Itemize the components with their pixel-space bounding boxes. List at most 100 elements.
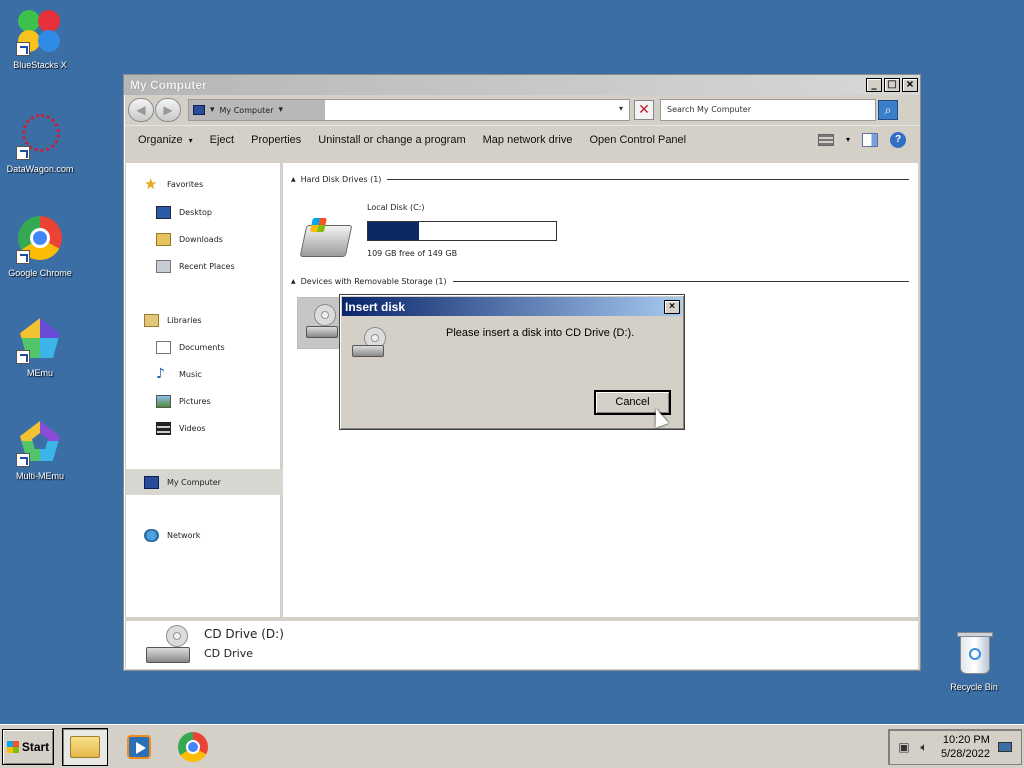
breadcrumb[interactable]: ▾ My Computer ▾: [189, 100, 325, 120]
open-control-panel-button[interactable]: Open Control Panel: [590, 134, 687, 146]
clock-date: 5/28/2022: [941, 747, 990, 760]
multi-memu-icon: [16, 419, 64, 467]
breadcrumb-computer[interactable]: My Computer: [220, 106, 274, 115]
uninstall-button[interactable]: Uninstall or change a program: [318, 134, 465, 146]
nav-favorites[interactable]: ★ Favorites: [144, 175, 282, 193]
computer-icon: [193, 105, 205, 115]
desktop-icon-label: MEmu: [26, 368, 53, 378]
local-disk-capacity-bar: [367, 221, 557, 241]
desktop-icon-multi-memu[interactable]: Multi-MEmu: [0, 419, 80, 481]
shortcut-arrow-icon: [16, 350, 30, 364]
taskbar: Start ▣ 🔈︎ 10:20 PM 5/28/2022: [0, 724, 1024, 768]
taskbar-chrome-button[interactable]: [170, 728, 216, 766]
nav-desktop[interactable]: Desktop: [156, 203, 282, 221]
capacity-bar-fill: [368, 222, 419, 240]
close-button[interactable]: ×: [902, 78, 918, 92]
back-button[interactable]: ◀: [128, 98, 154, 122]
chevron-down-icon: ▾: [188, 135, 193, 145]
forward-button[interactable]: ▶: [155, 98, 181, 122]
organize-button[interactable]: Organize ▾: [138, 134, 193, 146]
address-dropdown-icon[interactable]: ▾: [619, 104, 623, 113]
eject-button[interactable]: Eject: [210, 134, 234, 146]
map-network-drive-button[interactable]: Map network drive: [483, 134, 573, 146]
group-header-removable[interactable]: ▲ Devices with Removable Storage (1): [291, 277, 909, 286]
nav-downloads[interactable]: Downloads: [156, 230, 282, 248]
desktop-icon-chrome[interactable]: Google Chrome: [0, 216, 80, 278]
dialog-close-button[interactable]: ×: [664, 299, 680, 314]
taskbar-media-player-button[interactable]: [116, 728, 162, 766]
clock-time: 10:20 PM: [942, 733, 990, 746]
clock[interactable]: 10:20 PM 5/28/2022: [941, 733, 990, 761]
nav-my-computer[interactable]: My Computer: [126, 469, 283, 495]
downloads-icon: [156, 232, 171, 246]
nav-label: Music: [179, 369, 202, 379]
show-desktop-icon[interactable]: [997, 741, 1012, 752]
nav-network[interactable]: Network: [144, 526, 282, 544]
taskbar-explorer-button[interactable]: [62, 727, 108, 766]
address-bar: ◀ ▶ ▾ My Computer ▾ ▾ ✕ Search My Comput…: [124, 95, 920, 125]
drive-tray-icon: [306, 326, 338, 338]
organize-label: Organize: [138, 133, 183, 146]
command-bar: Organize ▾ Eject Properties Uninstall or …: [124, 125, 920, 153]
local-disk-item[interactable]: Local Disk (C:) 109 GB free of 149 GB: [297, 199, 557, 263]
start-button[interactable]: Start: [2, 728, 54, 765]
collapse-caret-icon: ▲: [291, 278, 296, 285]
window-titlebar[interactable]: My Computer _ □ ×: [124, 75, 920, 95]
nav-libraries[interactable]: Libraries: [144, 311, 282, 329]
nav-recent-places[interactable]: Recent Places: [156, 257, 282, 275]
windows-logo-icon: [309, 218, 327, 232]
maximize-button[interactable]: □: [884, 78, 900, 92]
nav-music[interactable]: ♪ Music: [156, 365, 282, 383]
nav-label: Recent Places: [179, 261, 235, 271]
properties-button[interactable]: Properties: [251, 134, 301, 146]
nav-label: Downloads: [179, 234, 223, 244]
group-header-hard-disks[interactable]: ▲ Hard Disk Drives (1): [291, 175, 909, 184]
desktop-icon-label: DataWagon.com: [6, 164, 74, 174]
navigation-pane: ★ Favorites Desktop Downloads Recent Pla…: [126, 163, 283, 617]
help-icon[interactable]: ?: [890, 131, 906, 148]
address-field[interactable]: ▾ My Computer ▾ ▾: [188, 99, 630, 121]
nav-pictures[interactable]: Pictures: [156, 392, 282, 410]
star-icon: ★: [144, 174, 158, 193]
nav-videos[interactable]: Videos: [156, 419, 282, 437]
drive-tray-icon: [146, 647, 190, 663]
nav-label: Pictures: [179, 396, 211, 406]
datawagon-icon: [16, 112, 64, 160]
recycle-bin-icon: [950, 630, 998, 678]
minimize-button[interactable]: _: [866, 78, 882, 92]
group-divider: [387, 179, 909, 180]
dialog-title: Insert disk: [345, 299, 406, 314]
volume-icon[interactable]: 🔈︎: [917, 740, 931, 754]
nav-label: Documents: [179, 342, 225, 352]
chevron-down-icon[interactable]: ▾: [210, 105, 215, 115]
shortcut-arrow-icon: [16, 250, 30, 264]
desktop-icon-datawagon[interactable]: DataWagon.com: [0, 112, 80, 174]
search-input[interactable]: Search My Computer: [660, 99, 876, 121]
nav-documents[interactable]: Documents: [156, 338, 282, 356]
system-tray: ▣ 🔈︎ 10:20 PM 5/28/2022: [888, 728, 1022, 765]
details-item-type: CD Drive: [204, 647, 253, 660]
search-button[interactable]: ⌕: [878, 100, 898, 120]
group-divider: [452, 281, 909, 282]
desktop-icon-recycle-bin[interactable]: Recycle Bin: [934, 630, 1014, 692]
details-pane: CD Drive (D:) CD Drive: [126, 619, 918, 669]
insert-disk-dialog: Insert disk × Please insert a disk into …: [339, 294, 685, 430]
drive-tray-icon: [352, 345, 384, 357]
recent-places-icon: [156, 259, 171, 273]
stop-icon: ✕: [638, 102, 650, 118]
dialog-titlebar[interactable]: Insert disk ×: [342, 297, 682, 316]
desktop-icon-memu[interactable]: MEmu: [0, 316, 80, 378]
chevron-down-icon[interactable]: ▾: [278, 105, 283, 115]
local-disk-free-space: 109 GB free of 149 GB: [367, 249, 458, 258]
network-tray-icon[interactable]: ▣: [897, 740, 911, 754]
start-label: Start: [21, 739, 50, 754]
preview-pane-icon[interactable]: [862, 132, 878, 147]
shortcut-arrow-icon: [16, 42, 30, 56]
views-icon[interactable]: [817, 133, 834, 146]
search-icon: ⌕: [884, 103, 892, 117]
forward-arrow-icon: ▶: [163, 103, 173, 117]
views-dropdown-icon[interactable]: ▾: [846, 135, 850, 144]
back-arrow-icon: ◀: [136, 103, 146, 117]
desktop-icon-bluestacks[interactable]: BlueStacks X: [0, 8, 80, 70]
stop-button[interactable]: ✕: [634, 100, 654, 120]
